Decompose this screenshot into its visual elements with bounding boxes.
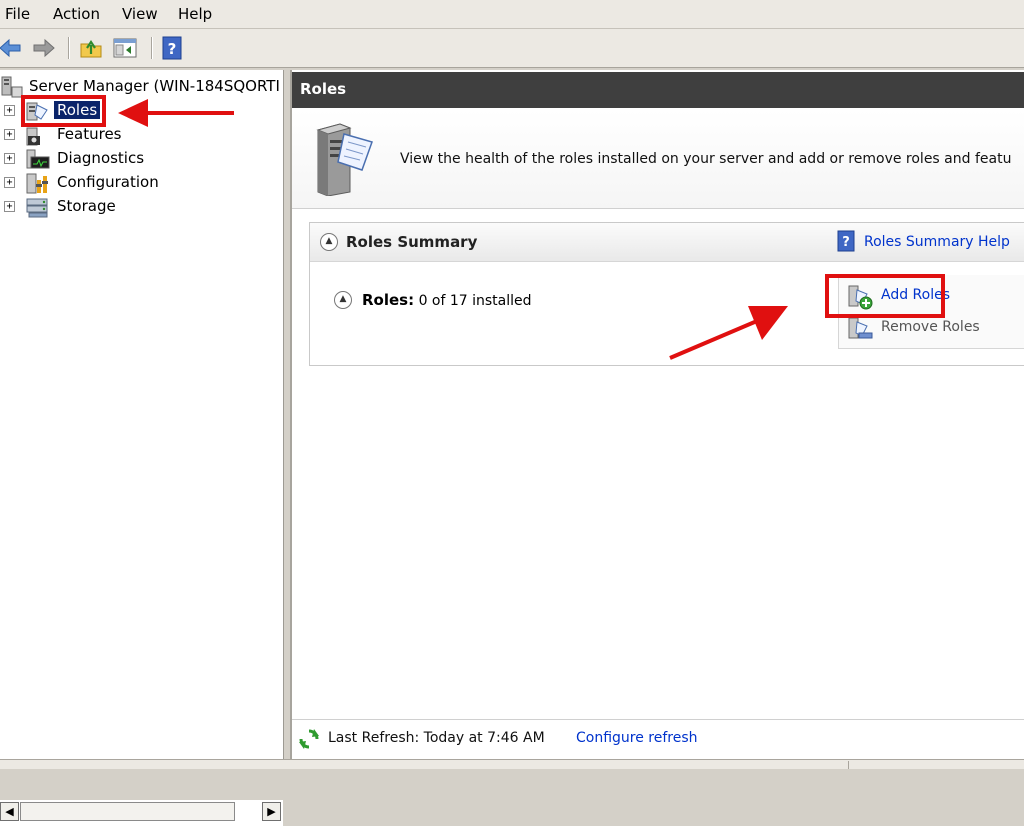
refresh-icon [299, 729, 319, 749]
scroll-right-arrow-icon[interactable]: ▶ [262, 802, 281, 821]
remove-roles-label: Remove Roles [881, 319, 980, 335]
pane-header: Roles [292, 72, 1024, 108]
scroll-thumb[interactable] [20, 802, 235, 821]
expand-toggle[interactable]: + [4, 153, 15, 164]
expand-toggle[interactable]: + [4, 129, 15, 140]
features-icon [26, 127, 40, 146]
roles-count-value: 0 of 17 installed [418, 293, 532, 309]
refresh-status-bar: Last Refresh: Today at 7:46 AM Configure… [292, 719, 1024, 760]
configuration-icon [26, 173, 48, 194]
menu-file[interactable]: File [5, 5, 30, 23]
tree-item-diagnostics-label: Diagnostics [57, 149, 145, 167]
menu-bar: File Action View Help [0, 0, 1024, 29]
tree-root-label: Server Manager (WIN-184SQORTI [29, 77, 280, 95]
roles-count-label: Roles: [362, 291, 415, 309]
page-title: Roles [300, 80, 347, 98]
content-pane: Roles View the health of the roles insta… [290, 70, 1024, 760]
toolbar-separator [151, 37, 153, 59]
expand-toggle[interactable]: + [4, 177, 15, 188]
scroll-left-arrow-icon[interactable]: ◀ [0, 802, 19, 821]
menu-action[interactable]: Action [53, 5, 100, 23]
highlight-box-add-roles [825, 274, 945, 318]
svg-text:?: ? [842, 235, 850, 250]
help-icon[interactable]: ? [160, 36, 184, 60]
collapse-summary-icon[interactable]: ▲ [320, 233, 338, 251]
collapse-roles-icon[interactable]: ▲ [334, 291, 352, 309]
tree-item-storage[interactable]: + Storage [0, 195, 283, 219]
roles-server-icon [316, 123, 373, 196]
last-refresh-text: Last Refresh: Today at 7:46 AM [328, 730, 545, 746]
svg-text:?: ? [168, 40, 177, 58]
menu-view[interactable]: View [122, 5, 158, 23]
remove-roles-icon [848, 317, 873, 339]
roles-summary-title: Roles Summary [346, 233, 478, 251]
red-arrow-roles [118, 99, 234, 127]
forward-arrow-icon[interactable] [32, 36, 56, 60]
toolbar: ? [0, 29, 1024, 68]
configure-refresh-link[interactable]: Configure refresh [576, 730, 698, 746]
tree-item-configuration-label: Configuration [57, 173, 159, 191]
roles-summary-header: ▲ Roles Summary ? Roles Summary Help [310, 223, 1024, 262]
tree-item-diagnostics[interactable]: + Diagnostics [0, 147, 283, 171]
storage-icon [26, 198, 48, 218]
roles-intro-text: View the health of the roles installed o… [400, 151, 1012, 167]
roles-intro: View the health of the roles installed o… [292, 110, 1024, 209]
expand-toggle[interactable]: + [4, 201, 15, 212]
menu-help[interactable]: Help [178, 5, 212, 23]
show-hide-console-tree-icon[interactable] [113, 36, 137, 60]
up-folder-icon[interactable] [79, 36, 103, 60]
tree-horizontal-scrollbar[interactable]: ◀ ▶ [0, 800, 283, 826]
toolbar-separator [68, 37, 70, 59]
expand-toggle[interactable]: + [4, 105, 15, 116]
red-arrow-add-roles [669, 306, 788, 360]
diagnostics-icon [26, 149, 50, 169]
roles-summary-help-link[interactable]: Roles Summary Help [864, 234, 1010, 250]
back-arrow-icon[interactable] [0, 36, 22, 60]
tree-item-storage-label: Storage [57, 197, 116, 215]
console-tree: Server Manager (WIN-184SQORTI + Roles + … [0, 70, 284, 826]
help-icon[interactable]: ? [836, 230, 856, 252]
tree-item-configuration[interactable]: + Configuration [0, 171, 283, 195]
roles-count-line: Roles: 0 of 17 installed [362, 291, 532, 309]
